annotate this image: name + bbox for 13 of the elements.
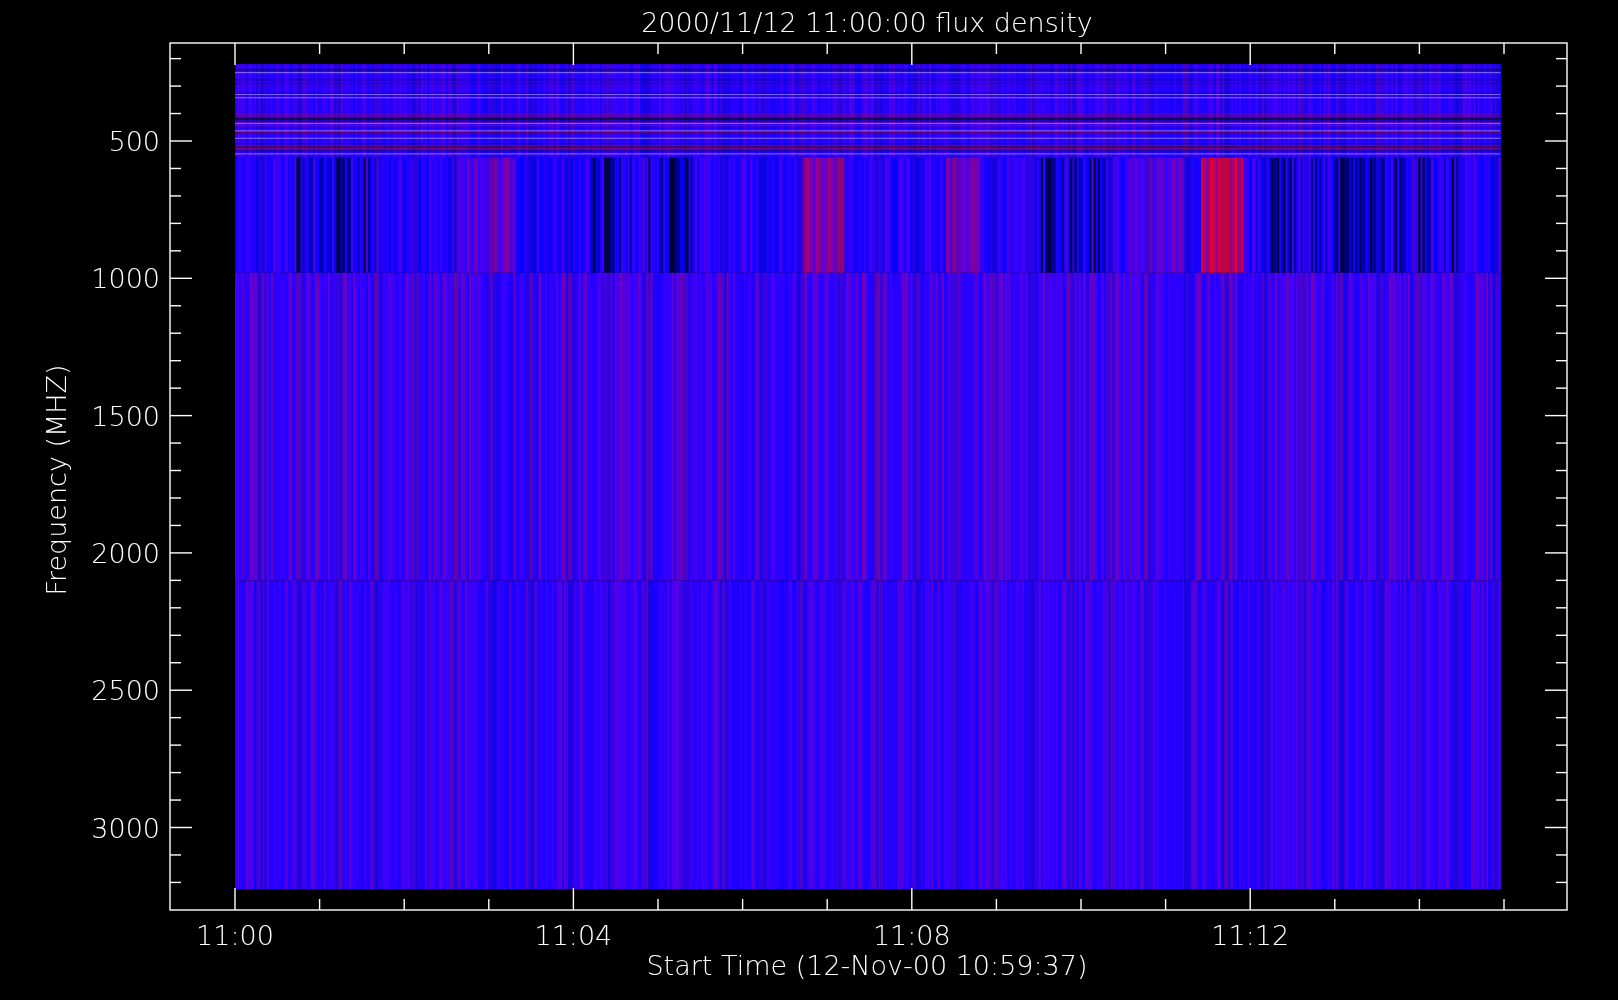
x-tick-label: 11:12: [1211, 920, 1290, 951]
x-tick-label: 11:08: [872, 920, 951, 951]
chart-title: 2000/11/12 11:00:00 flux density: [641, 7, 1093, 38]
y-tick-label: 2500: [91, 675, 160, 707]
y-tick-label: 500: [108, 126, 160, 157]
y-tick-label: 3000: [91, 812, 160, 844]
y-tick-label: 2000: [91, 537, 160, 569]
y-tick-label: 1000: [91, 263, 160, 295]
x-axis-title: Start Time (12-Nov-00 10:59:37): [646, 950, 1088, 981]
y-axis-title: Frequency (MHZ): [41, 364, 72, 596]
x-tick-label: 11:00: [196, 920, 274, 951]
x-tick-label: 11:04: [534, 920, 613, 951]
y-tick-label: 1500: [91, 400, 160, 432]
